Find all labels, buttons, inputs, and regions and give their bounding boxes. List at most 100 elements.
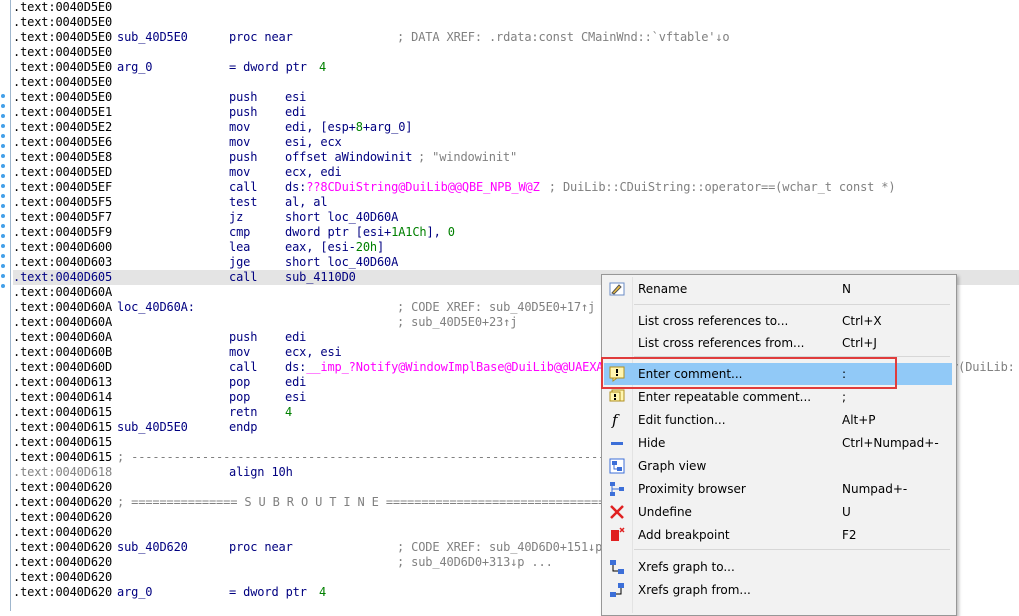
operand[interactable]: short loc_40D60A xyxy=(285,210,398,225)
address: .text:0040D5E1 xyxy=(13,105,113,119)
address: .text:0040D5EF xyxy=(13,180,113,194)
listing-row[interactable]: .text:0040D5E8 push offset aWindowinit ; "w… xyxy=(13,150,1019,165)
menu-item-xrefs-graph-to[interactable]: Xrefs graph to... xyxy=(604,556,952,578)
operand[interactable]: edi, [esp+8+arg_0] xyxy=(285,120,413,135)
comment: ; sub_40D5E0+23↑j xyxy=(397,315,518,329)
listing-row[interactable]: .text:0040D5EF call ds:??8CDuiString@DuiLi… xyxy=(13,180,1019,195)
menu-item-proximity-browser[interactable]: Proximity browser Numpad+- xyxy=(604,478,952,500)
menu-item-label: Xrefs graph to... xyxy=(638,560,735,574)
listing-row[interactable]: .text:0040D5F5 test al, al xyxy=(13,195,1019,210)
menu-item-list-cross-references-to[interactable]: List cross references to... Ctrl+X xyxy=(604,310,952,332)
operand[interactable]: ecx, esi xyxy=(285,345,342,360)
menu-item-label: List cross references from... xyxy=(638,336,805,350)
hide-icon xyxy=(609,435,625,451)
mnemonic: pop xyxy=(229,390,251,404)
listing-row[interactable]: .text:0040D5E0 push esi xyxy=(13,90,1019,105)
mnemonic: cmp xyxy=(229,225,251,239)
mnemonic: proc near xyxy=(229,540,293,554)
menu-item-xrefs-graph-from[interactable]: Xrefs graph from... xyxy=(604,579,952,601)
address: .text:0040D620 xyxy=(13,495,113,509)
address: .text:0040D620 xyxy=(13,585,113,599)
xrefs-to-icon xyxy=(609,559,625,575)
menu-item-graph-view[interactable]: Graph view xyxy=(604,455,952,477)
menu-item-rename[interactable]: Rename N xyxy=(604,278,952,300)
listing-row[interactable]: .text:0040D600 lea eax, [esi-20h] xyxy=(13,240,1019,255)
address: .text:0040D620 xyxy=(13,540,113,554)
operand[interactable]: esi xyxy=(285,90,306,105)
operand[interactable]: esi, ecx xyxy=(285,135,342,150)
address: .text:0040D615 xyxy=(13,420,113,434)
separator-comment: ; --------------------------------------… xyxy=(117,450,662,464)
context-menu: Rename N List cross references to... Ctrl+X… xyxy=(601,274,957,616)
listing-row[interactable]: .text:0040D5E0 xyxy=(13,0,1019,15)
address: .text:0040D605 xyxy=(13,270,113,284)
operand[interactable]: ds:__imp_?Notify@WindowImplBase@DuiLib@@… xyxy=(285,360,604,375)
listing-row[interactable]: .text:0040D5F7 jz short loc_40D60A xyxy=(13,210,1019,225)
operand[interactable]: edi xyxy=(285,375,306,390)
address: .text:0040D615 xyxy=(13,450,113,464)
menu-item-enter-repeatable-comment[interactable]: Enter repeatable comment...; xyxy=(604,386,952,408)
menu-item-label: Graph view xyxy=(638,459,707,473)
menu-item-edit-function[interactable]: f Edit function... Alt+P xyxy=(604,409,952,431)
listing-row[interactable]: .text:0040D5ED mov ecx, edi xyxy=(13,165,1019,180)
listing-row[interactable]: .text:0040D603 jge short loc_40D60A xyxy=(13,255,1019,270)
comment: ; CODE XREF: sub_40D6D0+151↓p xyxy=(397,540,603,554)
operand[interactable]: sub_4110D0 xyxy=(285,270,356,285)
operand[interactable]: al, al xyxy=(285,195,328,210)
label: sub_40D5E0 xyxy=(117,30,188,44)
menu-item-label: Add breakpoint xyxy=(638,528,730,542)
menu-item-undefine[interactable]: Undefine U xyxy=(604,501,952,523)
operand[interactable]: edi xyxy=(285,330,306,345)
listing-row[interactable]: .text:0040D5E2 mov edi, [esp+8+arg_0] xyxy=(13,120,1019,135)
operand[interactable]: dword ptr [esi+1A1Ch], 0 xyxy=(285,225,455,240)
address: .text:0040D5F5 xyxy=(13,195,113,209)
graph-view-icon xyxy=(609,458,625,474)
operand[interactable]: offset aWindowinit xyxy=(285,150,412,165)
operand[interactable]: edi xyxy=(285,105,306,120)
listing-row[interactable]: .text:0040D5F9 cmp dword ptr [esi+1A1Ch], … xyxy=(13,225,1019,240)
listing-row[interactable]: .text:0040D5E0 sub_40D5E0 proc near ; DATA … xyxy=(13,30,1019,45)
address: .text:0040D5E6 xyxy=(13,135,113,149)
listing-row[interactable]: .text:0040D5E0 xyxy=(13,15,1019,30)
menu-item-add-breakpoint[interactable]: Add breakpoint F2 xyxy=(604,524,952,546)
operand[interactable]: eax, [esi-20h] xyxy=(285,240,384,255)
menu-item-hide[interactable]: Hide Ctrl+Numpad+- xyxy=(604,432,952,454)
mnemonic: push xyxy=(229,330,258,344)
mnemonic: retn xyxy=(229,405,258,419)
listing-row[interactable]: .text:0040D5E6 mov esi, ecx xyxy=(13,135,1019,150)
mnemonic: endp xyxy=(229,420,258,434)
operand[interactable]: ds:??8CDuiString@DuiLib@@QBE_NPB_W@Z xyxy=(285,180,540,195)
address: .text:0040D600 xyxy=(13,240,113,254)
highlight-box xyxy=(601,357,897,389)
comment: ; CODE XREF: sub_40D5E0+17↑j xyxy=(397,300,596,314)
address: .text:0040D5E0 xyxy=(13,15,113,29)
listing-row[interactable]: .text:0040D5E0 arg_0 = dword ptr 4 xyxy=(13,60,1019,75)
flow-dot xyxy=(1,254,5,258)
listing-row[interactable]: .text:0040D5E0 xyxy=(13,75,1019,90)
label: sub_40D620 xyxy=(117,540,188,554)
mnemonic: call xyxy=(229,180,258,194)
repeatable-comment-icon xyxy=(609,389,625,405)
mnemonic: proc near xyxy=(229,30,293,44)
listing-row[interactable]: .text:0040D5E1 push edi xyxy=(13,105,1019,120)
mnemonic: test xyxy=(229,195,258,209)
flow-dot xyxy=(1,174,5,178)
mnemonic: jge xyxy=(229,255,251,269)
flow-dot xyxy=(1,114,5,118)
mnemonic: mov xyxy=(229,120,251,134)
menu-item-label: Rename xyxy=(638,282,688,296)
listing-row[interactable]: .text:0040D5E0 xyxy=(13,45,1019,60)
address: .text:0040D620 xyxy=(13,510,113,524)
address: .text:0040D5F9 xyxy=(13,225,113,239)
menu-item-list-cross-references-from[interactable]: List cross references from... Ctrl+J xyxy=(604,332,952,354)
operand[interactable]: esi xyxy=(285,390,306,405)
menu-item-label: Proximity browser xyxy=(638,482,746,496)
flow-dot xyxy=(1,284,5,288)
operand[interactable]: short loc_40D60A xyxy=(285,255,398,270)
address: .text:0040D5F7 xyxy=(13,210,113,224)
function-icon: f xyxy=(609,412,625,428)
operand[interactable]: ecx, edi xyxy=(285,165,342,180)
gutter-line xyxy=(10,0,11,611)
menu-item-label: Hide xyxy=(638,436,666,450)
flow-dot xyxy=(1,154,5,158)
